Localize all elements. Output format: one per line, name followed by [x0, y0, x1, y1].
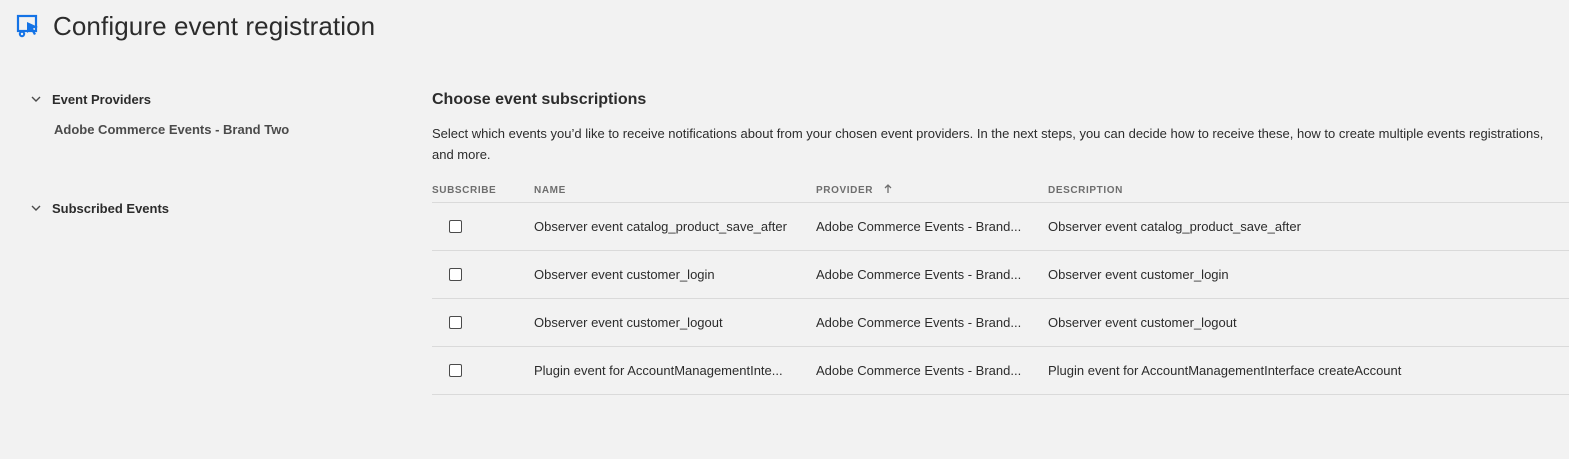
sidebar-group-event-providers: Event Providers Adobe Commerce Events - … [30, 88, 390, 137]
main-content: Choose event subscriptions Select which … [432, 88, 1569, 395]
column-header-description[interactable]: DESCRIPTION [1048, 178, 1569, 203]
page-header: Configure event registration [16, 9, 375, 43]
table-row: Plugin event for AccountManagementInte..… [432, 346, 1569, 395]
subscribe-checkbox[interactable] [449, 316, 462, 329]
subscribed-events-title: Subscribed Events [52, 200, 170, 216]
event-provider: Adobe Commerce Events - Brand... [816, 250, 1048, 299]
subscribe-checkbox[interactable] [449, 220, 462, 233]
event-providers-toggle[interactable]: Event Providers [30, 88, 390, 110]
section-title: Choose event subscriptions [432, 91, 647, 108]
table-row: Observer event customer_login Adobe Comm… [432, 250, 1569, 299]
event-name: Plugin event for AccountManagementInte..… [534, 346, 816, 395]
event-description: Observer event customer_logout [1048, 298, 1569, 347]
sidebar-group-subscribed-events: Subscribed Events [30, 197, 390, 219]
sidebar-item-provider[interactable]: Adobe Commerce Events - Brand Two [54, 122, 390, 137]
column-header-name[interactable]: NAME [534, 178, 816, 203]
event-description: Observer event catalog_product_save_afte… [1048, 202, 1569, 251]
subscribed-events-toggle[interactable]: Subscribed Events [30, 197, 390, 219]
events-table: SUBSCRIBE NAME PROVIDER DESCRIPTION Obse… [432, 178, 1569, 395]
event-registration-icon [16, 13, 42, 39]
table-row: Observer event customer_logout Adobe Com… [432, 298, 1569, 347]
table-header-row: SUBSCRIBE NAME PROVIDER DESCRIPTION [432, 178, 1569, 203]
subscribe-checkbox[interactable] [449, 268, 462, 281]
chevron-down-icon [30, 202, 42, 214]
event-provider: Adobe Commerce Events - Brand... [816, 298, 1048, 347]
event-name: Observer event customer_login [534, 250, 816, 299]
table-row: Observer event catalog_product_save_afte… [432, 202, 1569, 251]
event-description: Observer event customer_login [1048, 250, 1569, 299]
event-description: Plugin event for AccountManagementInterf… [1048, 346, 1569, 395]
event-provider: Adobe Commerce Events - Brand... [816, 202, 1048, 251]
event-name: Observer event customer_logout [534, 298, 816, 347]
arrow-up-icon [884, 183, 892, 197]
subscribe-checkbox[interactable] [449, 364, 462, 377]
column-header-provider[interactable]: PROVIDER [816, 178, 1048, 203]
event-name: Observer event catalog_product_save_afte… [534, 202, 816, 251]
event-providers-title: Event Providers [52, 91, 151, 107]
column-header-subscribe: SUBSCRIBE [432, 178, 534, 203]
event-provider: Adobe Commerce Events - Brand... [816, 346, 1048, 395]
column-header-provider-label: PROVIDER [816, 184, 874, 196]
section-description: Select which events you’d like to receiv… [432, 126, 1544, 162]
chevron-down-icon [30, 93, 42, 105]
page-title: Configure event registration [53, 10, 376, 41]
sidebar: Event Providers Adobe Commerce Events - … [30, 88, 390, 219]
